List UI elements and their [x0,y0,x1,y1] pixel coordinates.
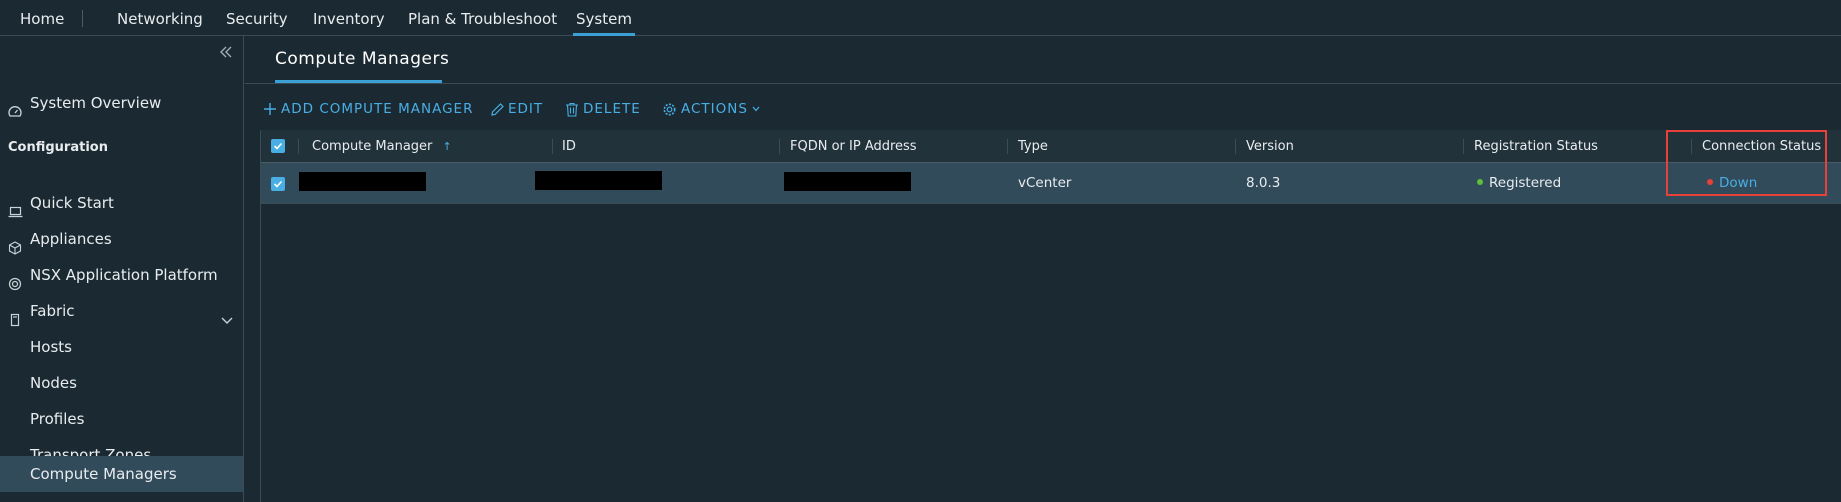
column-separator [1235,139,1236,154]
delete-label: DELETE [583,101,641,117]
sort-ascending-icon[interactable]: ↑ [443,140,452,153]
page-header: Compute Managers [245,36,1841,84]
sidebar-item-label: NSX Application Platform [30,266,218,284]
column-header-registration-status[interactable]: Registration Status [1474,130,1598,163]
nav-inventory[interactable]: Inventory [313,0,385,36]
page-title[interactable]: Compute Managers [275,49,449,69]
plus-icon [264,103,276,115]
table-row[interactable]: vCenter 8.0.3 Registered Down [261,163,1841,204]
highlight-annotation [1666,130,1827,196]
compute-managers-grid: Compute Manager ↑ ID FQDN or IP Address … [260,130,1841,502]
sidebar-item-label: Fabric [30,302,75,320]
column-separator [552,139,553,154]
nav-security[interactable]: Security [226,0,288,36]
column-separator [779,139,780,154]
top-navigation: Home Networking Security Inventory Plan … [0,0,1841,36]
column-separator [298,139,299,154]
row-checkbox[interactable] [271,177,285,191]
sidebar-item-quick-start[interactable]: Quick Start [0,185,243,221]
nav-divider [82,10,83,27]
gear-icon [663,103,676,116]
section-configuration: Configuration [8,140,108,155]
sidebar-item-system-overview[interactable]: System Overview [0,85,243,121]
column-header-type[interactable]: Type [1018,130,1048,163]
chevron-down-icon[interactable] [220,304,234,324]
main-content: Compute Managers ADD COMPUTE MANAGER EDI… [245,36,1841,502]
trash-icon [566,102,578,117]
sidebar-item-label: System Overview [30,94,162,112]
sidebar-item-label: Profiles [30,410,85,428]
toolbar: ADD COMPUTE MANAGER EDIT DELETE ACTIONS [245,96,1841,122]
column-separator [1007,139,1008,154]
platform-icon [8,268,22,291]
nav-system[interactable]: System [573,0,635,36]
cell-version: 8.0.3 [1246,175,1281,191]
column-separator [1463,139,1464,154]
sidebar-item-label: Hosts [30,338,72,356]
sidebar-item-profiles[interactable]: Profiles [0,401,243,437]
sidebar-item-appliances[interactable]: Appliances [0,221,243,257]
server-icon [8,304,22,327]
column-header-compute-manager[interactable]: Compute Manager ↑ [312,130,452,163]
sidebar-item-hosts[interactable]: Hosts [0,329,243,365]
registered-status-dot-icon [1477,179,1483,185]
select-all-checkbox[interactable] [271,139,285,153]
add-label: ADD COMPUTE MANAGER [281,101,474,117]
nav-home[interactable]: Home [20,0,64,36]
dashboard-icon [8,96,22,117]
column-header-version[interactable]: Version [1246,130,1294,163]
sidebar-item-nsx-application-platform[interactable]: NSX Application Platform [0,257,243,293]
tab-underline [275,80,442,83]
redacted-id [535,171,662,190]
column-header-id[interactable]: ID [562,130,576,163]
edit-label: EDIT [508,101,544,117]
redacted-compute-manager [299,172,426,191]
sidebar-item-label: Appliances [30,230,112,248]
collapse-sidebar-icon[interactable] [218,45,234,61]
registration-status-text: Registered [1489,175,1562,191]
column-header-fqdn[interactable]: FQDN or IP Address [790,130,917,163]
sidebar-item-nodes[interactable]: Nodes [0,365,243,401]
cube-icon [8,232,22,255]
nav-networking[interactable]: Networking [117,0,203,36]
sidebar-item-compute-managers[interactable]: Compute Managers [0,456,243,492]
column-header-label: Compute Manager [312,139,433,154]
sidebar: System Overview Configuration Quick Star… [0,36,244,502]
chevron-down-icon [752,106,760,112]
redacted-fqdn [784,172,911,191]
sidebar-item-fabric[interactable]: Fabric [0,293,243,329]
nav-plan-troubleshoot[interactable]: Plan & Troubleshoot [408,0,557,36]
pencil-icon [491,103,504,116]
laptop-icon [8,196,23,218]
cell-registration-status: Registered [1477,163,1561,203]
actions-label: ACTIONS [681,101,748,117]
sidebar-item-label: Nodes [30,374,77,392]
cell-type: vCenter [1018,175,1072,191]
grid-header: Compute Manager ↑ ID FQDN or IP Address … [261,130,1841,163]
sidebar-item-label: Compute Managers [30,465,177,483]
sidebar-item-label: Quick Start [30,194,114,212]
